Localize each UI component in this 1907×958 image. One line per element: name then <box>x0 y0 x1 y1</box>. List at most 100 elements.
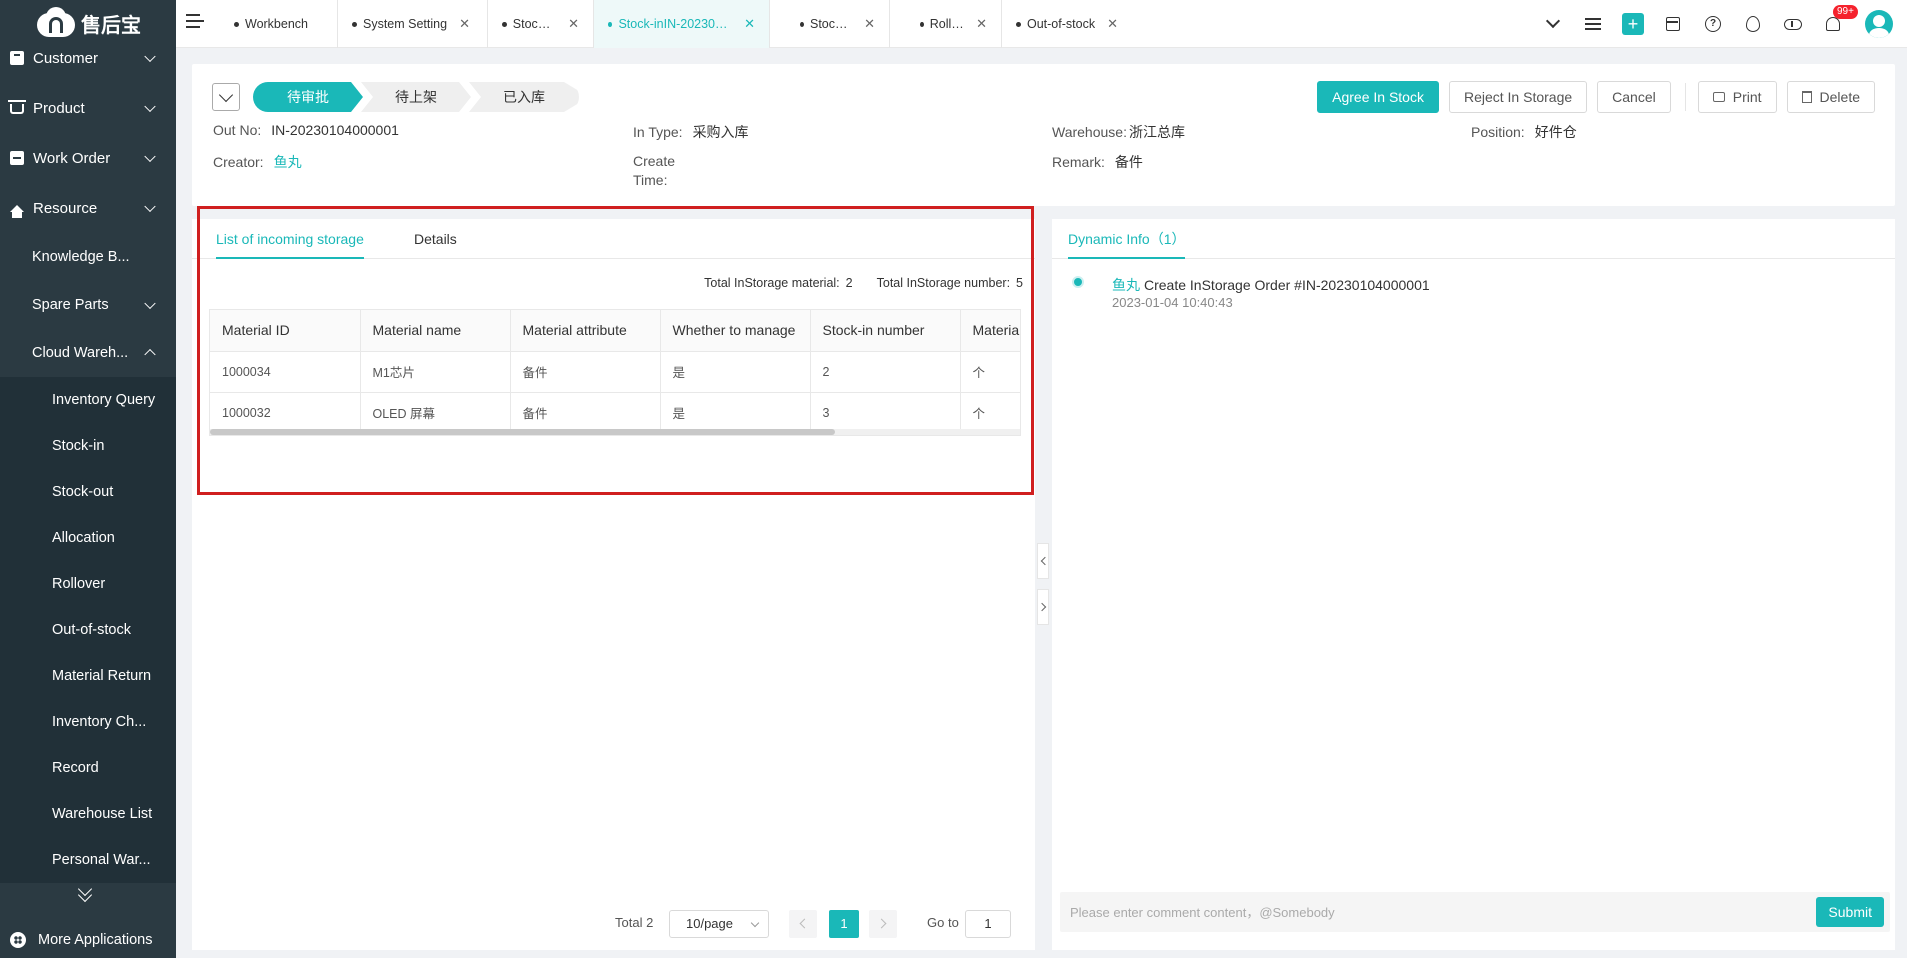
creator-link[interactable]: 鱼丸 <box>274 154 302 170</box>
more-applications-button[interactable]: More Applications <box>0 922 176 958</box>
table-cell: M1芯片 <box>360 351 511 393</box>
home-icon <box>10 204 24 218</box>
sidebar-item-allocation[interactable]: Allocation <box>0 515 176 561</box>
avatar[interactable] <box>1865 10 1893 38</box>
scroll-down-icon[interactable] <box>77 881 94 903</box>
sidebar-item-record[interactable]: Record <box>0 745 176 791</box>
delete-button[interactable]: Delete <box>1786 81 1875 113</box>
in-type-field: In Type: 采购入库 <box>633 122 749 142</box>
sidebar-item-inventory-query[interactable]: Inventory Query <box>0 377 176 423</box>
panel-tabs: List of incoming storage Details <box>192 219 1035 259</box>
goto-page-input[interactable]: 1 <box>965 910 1011 938</box>
total-material: Total InStorage material: 2 <box>704 276 852 290</box>
collapse-toggle-button[interactable] <box>212 83 240 111</box>
tab-stock-in[interactable]: Stock-in ✕ <box>488 0 594 48</box>
work-order-icon <box>10 151 24 165</box>
sidebar-item-customer[interactable]: Customer <box>0 33 176 83</box>
table-cell: 是 <box>660 392 811 434</box>
divider <box>1684 83 1686 111</box>
collapse-right-icon[interactable] <box>1037 589 1049 625</box>
tab-stock-out[interactable]: Stock-out ✕ <box>770 0 890 48</box>
tab-workbench[interactable]: Workbench <box>220 0 338 48</box>
print-button[interactable]: Print <box>1697 81 1777 113</box>
scrollbar-thumb[interactable] <box>210 429 835 435</box>
tab-details[interactable]: Details <box>414 219 457 259</box>
column-header: Material attribute <box>510 310 661 352</box>
total-number: Total InStorage number: 5 <box>877 276 1023 290</box>
total-material-label: Total InStorage material: <box>704 276 840 290</box>
close-icon[interactable]: ✕ <box>976 16 987 32</box>
menu-button[interactable] <box>1573 0 1613 48</box>
timeline-message: Create InStorage Order #IN-2023010400000… <box>1144 277 1430 293</box>
table-cell: 是 <box>660 351 811 393</box>
timeline-text: 鱼丸 Create InStorage Order #IN-20230104000… <box>1112 275 1430 295</box>
agree-in-stock-button[interactable]: Agree In Stock <box>1317 81 1439 113</box>
tab-system-setting[interactable]: System Setting ✕ <box>338 0 488 48</box>
sidebar-item-knowledge-base[interactable]: Knowledge B... <box>0 233 176 281</box>
column-header: Material ID <box>210 310 361 352</box>
sidebar-item-label: Inventory Ch... <box>52 714 147 730</box>
sidebar-item-personal-warehouse[interactable]: Personal War... <box>0 837 176 883</box>
page-size-select[interactable]: 10/page <box>669 910 769 938</box>
cancel-button[interactable]: Cancel <box>1597 81 1671 113</box>
sidebar-item-stock-out[interactable]: Stock-out <box>0 469 176 515</box>
calendar-button[interactable] <box>1653 0 1693 48</box>
timeline-time: 2023-01-04 10:40:43 <box>1112 295 1233 310</box>
close-icon[interactable]: ✕ <box>864 16 875 32</box>
page-number-current[interactable]: 1 <box>829 910 859 938</box>
tab-list-of-incoming-storage[interactable]: List of incoming storage <box>216 219 364 259</box>
hot-button[interactable] <box>1733 0 1773 48</box>
sidebar-item-inventory-check[interactable]: Inventory Ch... <box>0 699 176 745</box>
sidebar-item-spare-parts[interactable]: Spare Parts <box>0 281 176 329</box>
table-cell: 个 <box>960 351 1020 393</box>
tab-rollover[interactable]: Rollover ✕ <box>890 0 1002 48</box>
tab-stock-in-detail[interactable]: Stock-inIN-20230104... ✕ <box>594 0 770 48</box>
calendar-icon <box>1666 17 1680 31</box>
close-icon[interactable]: ✕ <box>1107 16 1118 32</box>
reject-in-storage-button[interactable]: Reject In Storage <box>1448 81 1588 113</box>
tabs-dropdown-button[interactable] <box>1533 0 1573 48</box>
close-icon[interactable]: ✕ <box>744 16 755 32</box>
create-button[interactable]: + <box>1613 0 1653 48</box>
horizontal-scrollbar[interactable] <box>210 429 1020 435</box>
tab-dynamic-info[interactable]: Dynamic Info（1） <box>1068 219 1186 259</box>
warehouse-field: Warehouse: 浙江总库 <box>1052 122 1185 142</box>
sidebar-item-resource[interactable]: Resource <box>0 183 176 233</box>
tab-label: Stock-in <box>512 17 557 31</box>
timeline-user-link[interactable]: 鱼丸 <box>1112 277 1140 293</box>
field-label: Create <box>633 153 676 169</box>
sidebar-item-material-return[interactable]: Material Return <box>0 653 176 699</box>
close-icon[interactable]: ✕ <box>459 16 470 32</box>
sidebar-item-warehouse-list[interactable]: Warehouse List <box>0 791 176 837</box>
sidebar-item-stock-in[interactable]: Stock-in <box>0 423 176 469</box>
sidebar-item-cloud-warehouse[interactable]: Cloud Wareh... <box>0 329 176 377</box>
help-button[interactable]: ? <box>1693 0 1733 48</box>
sidebar-item-out-of-stock[interactable]: Out-of-stock <box>0 607 176 653</box>
tab-out-of-stock[interactable]: Out-of-stock ✕ <box>1002 0 1132 48</box>
pagination-total: Total 2 <box>615 915 654 930</box>
close-icon[interactable]: ✕ <box>568 16 579 32</box>
menu-toggle-icon[interactable] <box>186 14 204 30</box>
sidebar-item-product[interactable]: Product <box>0 83 176 133</box>
totals: Total InStorage material: 2 Total InStora… <box>704 276 1023 290</box>
tab-label: Rollover <box>929 17 965 31</box>
field-label: Creator: <box>213 154 264 170</box>
sidebar-item-work-order[interactable]: Work Order <box>0 133 176 183</box>
chevron-down-icon <box>144 100 156 113</box>
sidebar-item-label: Work Order <box>33 149 111 167</box>
bell-icon <box>1826 17 1840 31</box>
submit-button[interactable]: Submit <box>1816 897 1884 927</box>
table-row[interactable]: 1000034 M1芯片 备件 是 2 个 <box>210 351 1020 393</box>
field-label: Warehouse: <box>1052 124 1127 140</box>
prev-page-button[interactable] <box>789 910 817 938</box>
field-label: Position: <box>1471 124 1525 140</box>
field-label: Time: <box>633 172 668 188</box>
upload-button[interactable] <box>1773 0 1813 48</box>
table-row[interactable]: 1000032 OLED 屏幕 备件 是 3 个 <box>210 392 1020 434</box>
notifications-button[interactable]: 99+ <box>1813 0 1858 48</box>
comment-input[interactable] <box>1060 892 1800 932</box>
collapse-left-icon[interactable] <box>1037 543 1049 579</box>
sidebar-item-rollover[interactable]: Rollover <box>0 561 176 607</box>
next-page-button[interactable] <box>869 910 897 938</box>
chevron-down-icon <box>144 200 156 213</box>
